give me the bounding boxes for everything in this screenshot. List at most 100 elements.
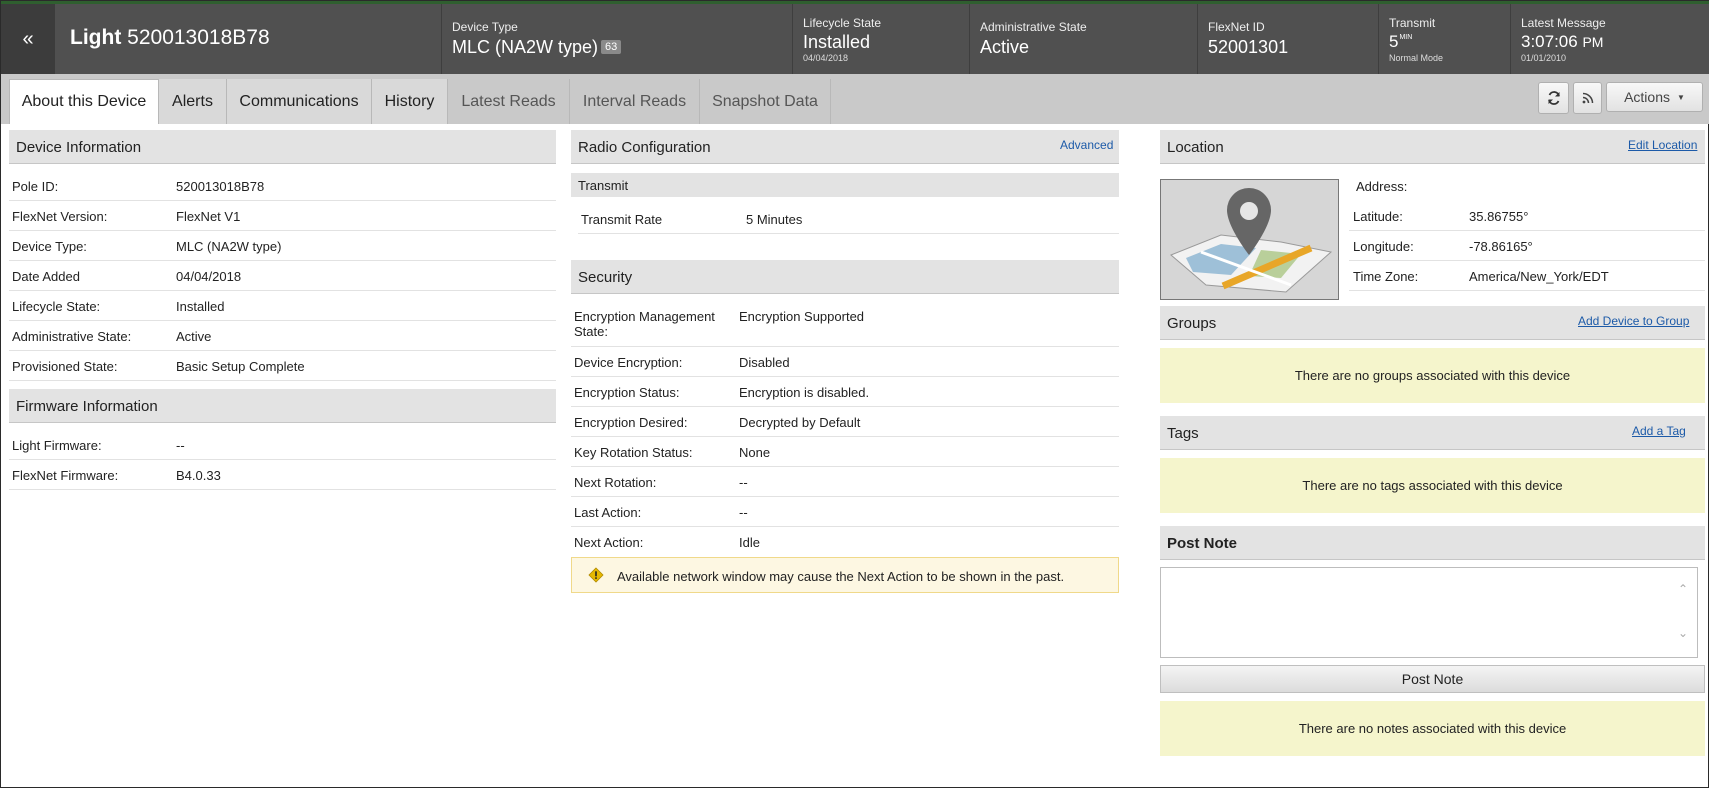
- key-rotation-label: Key Rotation Status:: [574, 445, 693, 460]
- light-firmware-label: Light Firmware:: [12, 438, 102, 453]
- table-row: Next Rotation: --: [571, 467, 1119, 497]
- lifecycle-date: 04/04/2018: [803, 53, 849, 63]
- actions-label: Actions: [1624, 89, 1670, 105]
- admin-state-label: Administrative State: [980, 20, 1087, 34]
- lifecycle-row-value: Installed: [176, 299, 225, 314]
- table-row: Longitude: -78.86165°: [1349, 231, 1705, 261]
- device-type-badge: 63: [601, 40, 622, 54]
- latitude-label: Latitude:: [1353, 209, 1403, 224]
- scroll-up-icon[interactable]: ⌃: [1678, 582, 1692, 596]
- location-heading: Location: [1160, 130, 1705, 164]
- advanced-link[interactable]: Advanced: [1060, 138, 1113, 152]
- latest-message-label: Latest Message: [1521, 16, 1606, 30]
- map-thumbnail[interactable]: [1160, 179, 1339, 300]
- table-row: Address:: [1353, 171, 1705, 201]
- tab-interval-reads[interactable]: Interval Reads: [570, 79, 700, 124]
- pole-id-label: Pole ID:: [12, 179, 59, 194]
- page-title: Light 520013018B78: [70, 26, 270, 50]
- table-row: Last Action: --: [571, 497, 1119, 527]
- tab-alerts[interactable]: Alerts: [159, 79, 227, 124]
- post-note-heading: Post Note: [1160, 526, 1705, 560]
- longitude-value: -78.86165°: [1469, 239, 1533, 254]
- header-flexnet-id: FlexNet ID 52001301: [1197, 4, 1378, 74]
- longitude-label: Longitude:: [1353, 239, 1414, 254]
- device-type-value: MLC (NA2W type) 63: [452, 37, 622, 58]
- header-latest-message: Latest Message 3:07:06 PM 01/01/2010: [1510, 4, 1709, 74]
- timezone-label: Time Zone:: [1353, 269, 1419, 284]
- tags-empty-message: There are no tags associated with this d…: [1160, 458, 1705, 513]
- lifecycle-row-label: Lifecycle State:: [12, 299, 101, 314]
- next-rotation-value: --: [739, 475, 748, 490]
- address-label: Address:: [1356, 179, 1408, 194]
- tags-heading: Tags: [1160, 416, 1705, 450]
- latitude-value: 35.86755°: [1469, 209, 1529, 224]
- tab-bar: About this Device Alerts Communications …: [1, 74, 1709, 124]
- device-encryption-value: Disabled: [739, 355, 790, 370]
- post-note-button[interactable]: Post Note: [1160, 665, 1705, 693]
- back-button[interactable]: «: [1, 4, 55, 74]
- app-window: « Light 520013018B78 Device Type MLC (NA…: [0, 0, 1709, 788]
- security-heading: Security: [571, 260, 1119, 294]
- encryption-mgmt-label: Encryption Management State:: [574, 309, 715, 339]
- header-admin-state: Administrative State Active: [969, 4, 1197, 74]
- table-row: Lifecycle State: Installed: [9, 291, 556, 321]
- table-row: Device Type: MLC (NA2W type): [9, 231, 556, 261]
- tab-latest-reads[interactable]: Latest Reads: [448, 79, 570, 124]
- device-header: « Light 520013018B78 Device Type MLC (NA…: [1, 1, 1709, 74]
- device-type-row-label: Device Type:: [12, 239, 87, 254]
- tab-snapshot-data[interactable]: Snapshot Data: [700, 79, 831, 124]
- table-row: Provisioned State: Basic Setup Complete: [9, 351, 556, 381]
- add-device-to-group-link[interactable]: Add Device to Group: [1578, 314, 1689, 328]
- tab-communications[interactable]: Communications: [227, 79, 372, 124]
- groups-empty-message: There are no groups associated with this…: [1160, 348, 1705, 403]
- encryption-status-value: Encryption is disabled.: [739, 385, 870, 400]
- table-row: Administrative State: Active: [9, 321, 556, 351]
- last-action-label: Last Action:: [574, 505, 642, 520]
- flexnet-firmware-label: FlexNet Firmware:: [12, 468, 119, 483]
- device-type-row-value: MLC (NA2W type): [176, 239, 282, 254]
- latest-message-time: 3:07:06 PM: [1521, 32, 1603, 52]
- device-encryption-label: Device Encryption:: [574, 355, 683, 370]
- device-type-text: MLC (NA2W type): [452, 37, 599, 57]
- transmit-subheading: Transmit: [571, 173, 1119, 197]
- last-action-value: --: [739, 505, 748, 520]
- encryption-mgmt-value: Encryption Supported: [739, 309, 865, 324]
- double-chevron-left-icon: «: [22, 27, 34, 50]
- table-row: Latitude: 35.86755°: [1349, 201, 1705, 231]
- note-textarea[interactable]: [1160, 567, 1698, 658]
- flexnet-version-value: FlexNet V1: [176, 209, 241, 224]
- date-added-value: 04/04/2018: [176, 269, 242, 284]
- table-row: FlexNet Firmware: B4.0.33: [9, 460, 556, 490]
- provisioned-state-label: Provisioned State:: [12, 359, 118, 374]
- rss-button[interactable]: [1573, 82, 1602, 114]
- header-device-type: Device Type MLC (NA2W type) 63: [441, 4, 792, 74]
- flexnet-version-label: FlexNet Version:: [12, 209, 108, 224]
- transmit-number: 5: [1389, 32, 1399, 51]
- transmit-rate-value: 5 Minutes: [746, 212, 803, 227]
- header-transmit: Transmit 5MIN Normal Mode: [1378, 4, 1510, 74]
- latest-message-ampm: PM: [1582, 34, 1604, 50]
- refresh-icon: [1547, 91, 1560, 105]
- table-row: FlexNet Version: FlexNet V1: [9, 201, 556, 231]
- scroll-down-icon[interactable]: ⌄: [1678, 626, 1692, 640]
- table-row: Encryption Desired: Decrypted by Default: [571, 407, 1119, 437]
- lifecycle-label: Lifecycle State: [803, 16, 882, 30]
- edit-location-link[interactable]: Edit Location: [1628, 138, 1697, 152]
- latest-message-clock: 3:07:06: [1521, 32, 1578, 51]
- refresh-button[interactable]: [1538, 82, 1569, 114]
- add-tag-link[interactable]: Add a Tag: [1632, 424, 1686, 438]
- tab-history[interactable]: History: [372, 79, 448, 124]
- admin-state-value: Active: [980, 37, 1030, 57]
- provisioned-state-value: Basic Setup Complete: [176, 359, 305, 374]
- table-row: Time Zone: America/New_York/EDT: [1349, 261, 1705, 291]
- radio-config-title: Radio Configuration: [578, 139, 711, 156]
- transmit-label: Transmit: [1389, 16, 1436, 30]
- table-row: Encryption Management State: Encryption S…: [571, 301, 1119, 347]
- transmit-unit: MIN: [1399, 34, 1413, 41]
- header-lifecycle: Lifecycle State Installed 04/04/2018: [792, 4, 969, 74]
- notice-text: Available network window may cause the N…: [617, 569, 1065, 584]
- flexnet-firmware-value: B4.0.33: [176, 468, 221, 483]
- tab-about-this-device[interactable]: About this Device: [9, 79, 159, 124]
- actions-dropdown[interactable]: Actions ▼: [1606, 82, 1703, 112]
- date-added-label: Date Added: [12, 269, 80, 284]
